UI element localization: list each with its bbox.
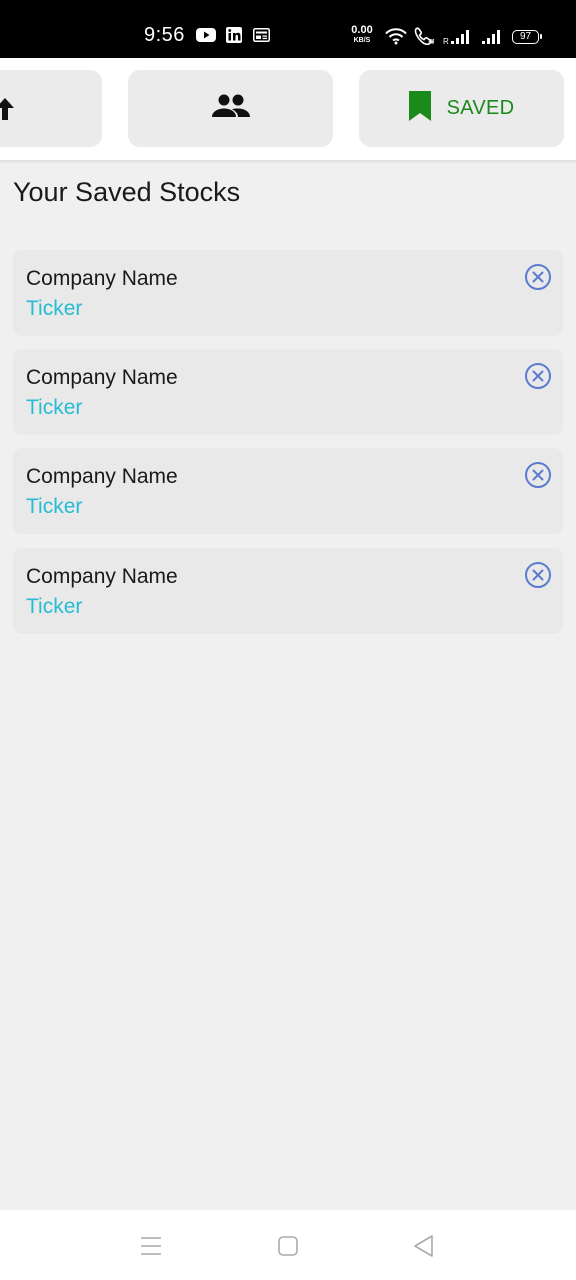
- linkedin-icon: [226, 27, 242, 43]
- youtube-icon: [196, 28, 216, 42]
- news-icon: [253, 28, 270, 42]
- stock-ticker: Ticker: [26, 297, 83, 320]
- net-speed-value: 0.00: [351, 24, 373, 36]
- saved-nav-button[interactable]: SAVED: [359, 70, 564, 147]
- stock-ticker: Ticker: [26, 495, 83, 518]
- stock-ticker: Ticker: [26, 595, 83, 618]
- stock-ticker: Ticker: [26, 396, 83, 419]
- menu-icon[interactable]: [138, 1233, 164, 1259]
- net-speed: 0.00 KB/S: [349, 25, 375, 46]
- status-bar: 9:56 0.00 KB/S ≋ R 97: [0, 0, 576, 58]
- community-nav-button[interactable]: [128, 70, 333, 147]
- saved-stock-card[interactable]: Company Name Ticker: [13, 548, 563, 634]
- signal-roaming-icon: R: [443, 30, 469, 45]
- remove-circle-icon[interactable]: [524, 263, 552, 291]
- signal-icon: [482, 30, 500, 44]
- battery-indicator: 97: [512, 30, 542, 44]
- wifi-call-icon: ≋: [414, 27, 435, 45]
- net-speed-unit: KB/S: [353, 37, 371, 44]
- saved-nav-label: SAVED: [446, 97, 515, 119]
- page-title: Your Saved Stocks: [13, 177, 241, 207]
- company-name: Company Name: [26, 267, 178, 290]
- status-time: 9:56: [144, 24, 185, 46]
- saved-stock-card[interactable]: Company Name Ticker: [13, 448, 563, 534]
- company-name: Company Name: [26, 465, 178, 488]
- company-name: Company Name: [26, 366, 178, 389]
- people-icon: [211, 93, 250, 124]
- home-arrow-icon: [0, 98, 14, 125]
- home-nav-button[interactable]: [0, 70, 102, 147]
- system-navigation-bar: [0, 1210, 576, 1280]
- top-navigation: SAVED: [0, 58, 576, 160]
- svg-text:≋: ≋: [428, 37, 435, 45]
- remove-circle-icon[interactable]: [524, 362, 552, 390]
- saved-stock-card[interactable]: Company Name Ticker: [13, 250, 563, 336]
- wifi-icon: [385, 28, 407, 45]
- back-triangle-icon[interactable]: [411, 1233, 437, 1259]
- remove-circle-icon[interactable]: [524, 561, 552, 589]
- company-name: Company Name: [26, 565, 178, 588]
- home-square-icon[interactable]: [275, 1233, 301, 1259]
- remove-circle-icon[interactable]: [524, 461, 552, 489]
- bookmark-icon: [408, 91, 431, 126]
- svg-text:R: R: [443, 37, 449, 45]
- saved-stock-card[interactable]: Company Name Ticker: [13, 349, 563, 435]
